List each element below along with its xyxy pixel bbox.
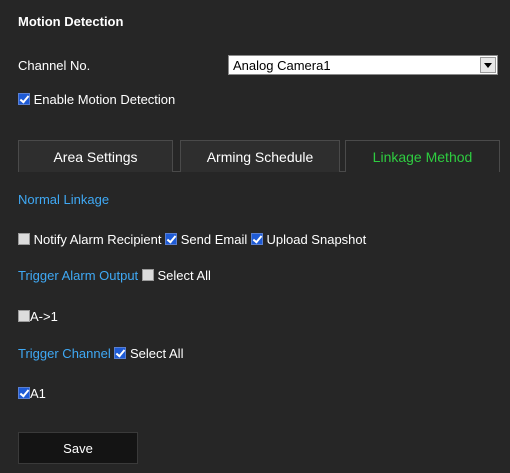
chevron-down-icon[interactable] [480, 57, 496, 73]
tab-linkage-method[interactable]: Linkage Method [345, 140, 500, 172]
send-email-label: Send Email [180, 232, 248, 247]
trigger-channel-item-checkbox[interactable] [18, 387, 30, 399]
tab-area-settings[interactable]: Area Settings [18, 140, 173, 172]
normal-linkage-title: Normal Linkage [18, 192, 110, 207]
alarm-output-select-all-checkbox[interactable] [141, 269, 154, 281]
channel-select[interactable]: Analog Camera1 [228, 55, 498, 75]
send-email-checkbox[interactable] [165, 233, 178, 245]
alarm-output-item-checkbox[interactable] [18, 310, 30, 322]
alarm-output-item-label: A->1 [30, 309, 58, 324]
notify-alarm-recipient-checkbox[interactable] [18, 233, 30, 245]
tab-arming-schedule[interactable]: Arming Schedule [180, 140, 340, 172]
upload-snapshot-label: Upload Snapshot [266, 232, 367, 247]
channel-select-all-label: Select All [129, 346, 184, 361]
trigger-channel-item[interactable]: A1 [18, 386, 46, 401]
enable-motion-label: Enable Motion Detection [33, 92, 176, 107]
trigger-channel-row: Trigger Channel Select All [18, 346, 183, 361]
trigger-channel-title: Trigger Channel [18, 346, 111, 361]
save-button[interactable]: Save [18, 432, 138, 464]
alarm-output-select-all-label: Select All [157, 268, 211, 283]
channel-label: Channel No. [18, 58, 91, 73]
trigger-alarm-output-row: Trigger Alarm Output Select All [18, 268, 211, 283]
alarm-output-item[interactable]: A->1 [18, 309, 58, 324]
trigger-alarm-output-title: Trigger Alarm Output [18, 268, 139, 283]
enable-motion-row[interactable]: Enable Motion Detection [18, 92, 175, 107]
channel-select-all-checkbox[interactable] [114, 347, 127, 359]
notify-alarm-recipient-label: Notify Alarm Recipient [33, 232, 162, 247]
normal-linkage-options: Notify Alarm Recipient Send Email Upload… [18, 232, 366, 247]
channel-select-value: Analog Camera1 [233, 58, 331, 73]
enable-motion-checkbox[interactable] [18, 93, 30, 105]
trigger-channel-item-label: A1 [30, 386, 46, 401]
section-title: Motion Detection [18, 14, 124, 29]
upload-snapshot-checkbox[interactable] [250, 233, 263, 245]
